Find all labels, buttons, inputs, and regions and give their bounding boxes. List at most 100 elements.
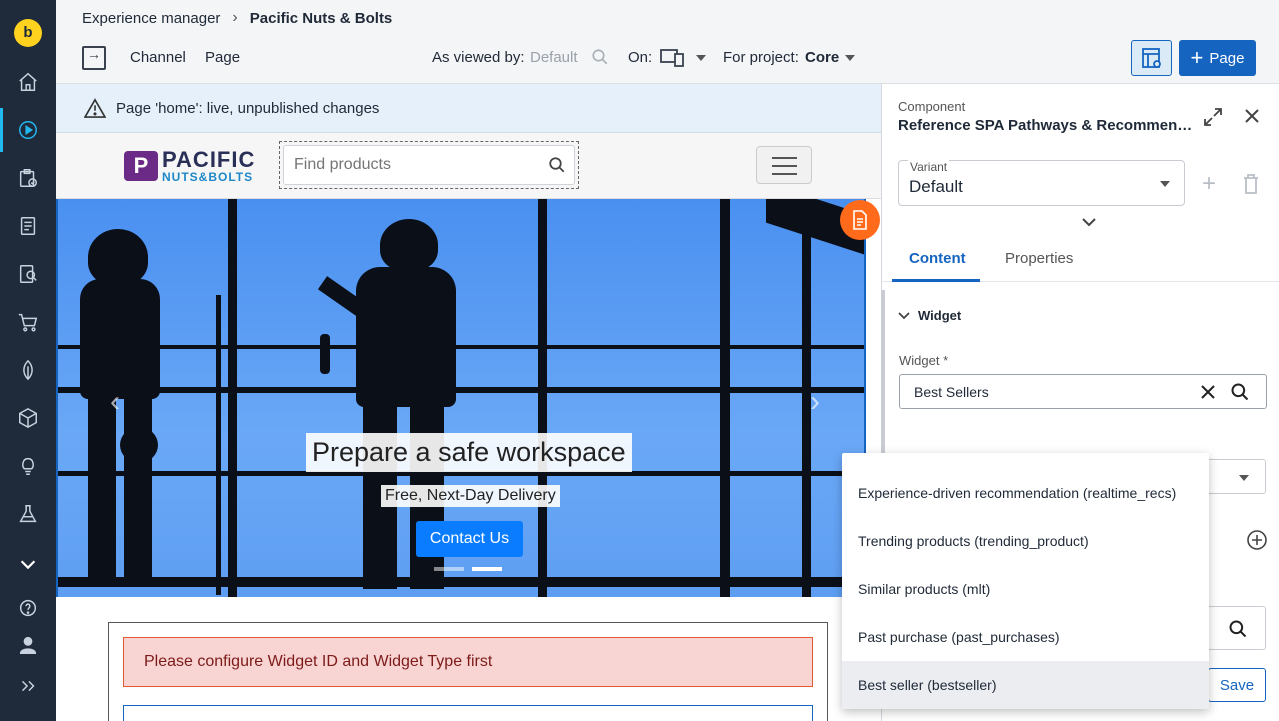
carousel-prev-arrow[interactable]: ‹ <box>110 385 120 419</box>
widget-section-header[interactable]: Widget <box>898 308 961 323</box>
search-icon[interactable] <box>548 156 566 174</box>
page-status-text: Page 'home': live, unpublished changes <box>116 99 380 117</box>
project-value: Core <box>805 49 840 66</box>
page-status-bar: Page 'home': live, unpublished changes <box>56 84 881 133</box>
channel-menu[interactable]: Channel <box>130 49 186 66</box>
chevron-right-icon: › <box>232 9 238 26</box>
variant-label: Variant <box>908 160 950 174</box>
more-icon[interactable] <box>16 552 40 576</box>
page-menu[interactable]: Page <box>205 49 240 66</box>
page-preview: Page 'home': live, unpublished changes P… <box>56 84 881 721</box>
widget-type-dropdown: Experience-driven recommendation (realti… <box>842 453 1209 709</box>
toggle-side-panel-button[interactable] <box>82 46 106 70</box>
device-selector[interactable] <box>660 48 707 68</box>
site-search-input[interactable] <box>283 145 575 185</box>
site-logo-word1: PACIFIC <box>162 147 256 172</box>
expand-header-icon[interactable] <box>1081 216 1097 228</box>
nested-component-outline <box>123 705 813 721</box>
save-button[interactable]: Save <box>1208 668 1266 702</box>
on-label: On: <box>628 49 653 66</box>
dropdown-option[interactable]: Best seller (bestseller) <box>842 661 1209 709</box>
add-variant-icon[interactable]: + <box>1202 172 1216 196</box>
widget-input-value: Best Sellers <box>914 384 989 400</box>
insights-icon[interactable] <box>16 454 40 478</box>
widget-field-label: Widget * <box>899 353 949 368</box>
component-title: Reference SPA Pathways & Recommendations <box>898 117 1198 134</box>
panel-tabs: Content Properties <box>882 234 1279 282</box>
plus-icon: + <box>1190 45 1204 70</box>
project-label: For project: <box>723 49 799 66</box>
hero-title: Prepare a safe workspace <box>306 433 632 472</box>
site-header: P PACIFIC NUTS&BOLTS <box>56 133 881 199</box>
user-icon[interactable] <box>16 633 40 657</box>
tab-content[interactable]: Content <box>909 250 966 267</box>
menu-icon[interactable] <box>756 146 812 184</box>
search-icon[interactable] <box>591 48 609 66</box>
secondary-search-field[interactable] <box>1208 606 1266 650</box>
hero-cta-button[interactable]: Contact Us <box>416 521 523 557</box>
site-logo[interactable]: P PACIFIC NUTS&BOLTS <box>124 149 255 183</box>
commerce-icon[interactable] <box>16 310 40 334</box>
carousel-next-arrow[interactable]: › <box>810 385 820 419</box>
chevron-down-icon <box>845 55 856 62</box>
project-selector[interactable]: Core <box>805 49 856 66</box>
search-icon[interactable] <box>1230 382 1250 402</box>
nav-active-indicator <box>0 108 3 152</box>
widget-section-title: Widget <box>918 308 962 323</box>
add-item-icon[interactable] <box>1246 529 1268 551</box>
add-page-button[interactable]: + Page <box>1179 40 1256 76</box>
experience-manager-icon[interactable] <box>16 118 40 142</box>
search-content-icon[interactable] <box>16 262 40 286</box>
expand-icon[interactable] <box>16 674 40 698</box>
active-tab-indicator <box>892 279 980 282</box>
preview-toggle-button[interactable] <box>1131 40 1172 76</box>
seo-icon[interactable] <box>16 358 40 382</box>
clear-icon[interactable] <box>1200 384 1216 400</box>
chevron-down-icon <box>1239 475 1249 481</box>
projects-icon[interactable] <box>16 166 40 190</box>
variant-select[interactable]: Variant Default <box>898 160 1185 206</box>
component-label: Component <box>898 99 966 114</box>
variant-value: Default <box>909 177 963 196</box>
content-icon[interactable] <box>16 214 40 238</box>
widget-input[interactable]: Best Sellers <box>899 374 1267 409</box>
app-logo[interactable]: b <box>14 19 42 47</box>
toolbar: Channel Page As viewed by: Default On: F… <box>56 36 1279 80</box>
home-icon[interactable] <box>16 70 40 94</box>
edit-content-badge-icon[interactable] <box>840 200 880 240</box>
chevron-down-icon <box>898 311 910 319</box>
dropdown-option[interactable]: Past purchase (past_purchases) <box>842 613 1209 661</box>
breadcrumb-root[interactable]: Experience manager <box>82 10 220 27</box>
top-bar: Experience manager › Pacific Nuts & Bolt… <box>56 0 1279 84</box>
maximize-icon[interactable] <box>1202 106 1224 128</box>
config-alert: Please configure Widget ID and Widget Ty… <box>123 637 813 687</box>
delete-variant-icon[interactable] <box>1243 174 1259 194</box>
warning-icon <box>84 98 106 118</box>
left-navigation: b <box>0 0 56 721</box>
hero-carousel: ‹ › Prepare a safe workspace Free, Next-… <box>56 199 865 597</box>
hero-subtitle: Free, Next-Day Delivery <box>381 485 560 507</box>
site-search-container <box>279 141 579 189</box>
preview-icon <box>1141 48 1161 68</box>
dropdown-option[interactable]: Trending products (trending_product) <box>842 517 1209 565</box>
breadcrumb-current: Pacific Nuts & Bolts <box>249 9 393 27</box>
viewed-by-label: As viewed by: <box>432 49 525 66</box>
viewed-by-value[interactable]: Default <box>530 49 578 66</box>
close-icon[interactable] <box>1242 106 1262 126</box>
dropdown-option[interactable]: Similar products (mlt) <box>842 565 1209 613</box>
breadcrumb: Experience manager › Pacific Nuts & Bolt… <box>82 9 392 27</box>
site-logo-word2: NUTS&BOLTS <box>162 170 254 184</box>
carousel-indicator-2[interactable] <box>472 567 502 571</box>
help-icon[interactable] <box>16 596 40 620</box>
recommendations-component[interactable]: Please configure Widget ID and Widget Ty… <box>108 622 828 721</box>
carousel-indicator-1[interactable] <box>434 567 464 571</box>
tab-properties[interactable]: Properties <box>1005 250 1073 267</box>
dropdown-option[interactable]: Experience-driven recommendation (realti… <box>842 469 1209 517</box>
add-page-label: Page <box>1209 49 1245 67</box>
chevron-down-icon <box>696 55 707 61</box>
site-logo-mark: P <box>124 151 158 181</box>
search-icon[interactable] <box>1228 619 1248 639</box>
panel-scrollbar[interactable] <box>881 290 885 460</box>
experiments-icon[interactable] <box>16 502 40 526</box>
packages-icon[interactable] <box>16 406 40 430</box>
